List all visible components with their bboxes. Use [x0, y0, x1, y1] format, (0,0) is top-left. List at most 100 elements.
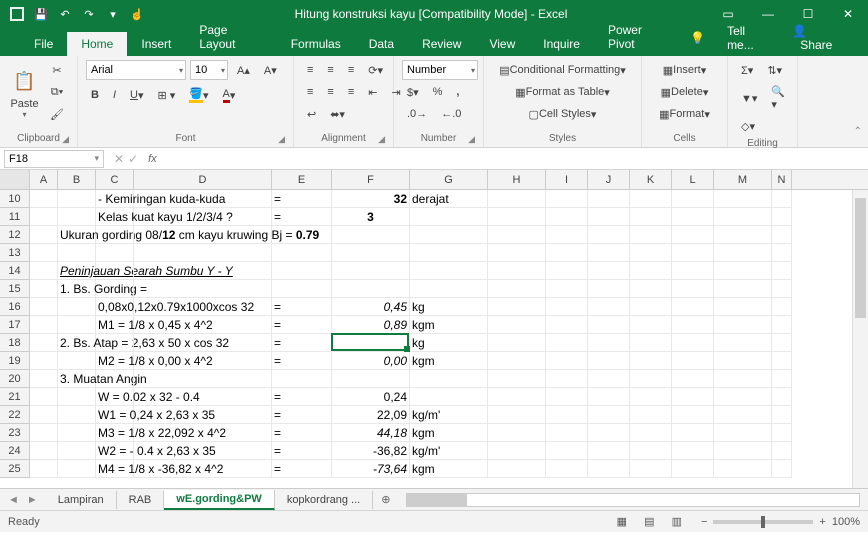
- cell[interactable]: [714, 280, 772, 298]
- cell[interactable]: [96, 226, 134, 244]
- cell[interactable]: [272, 244, 332, 262]
- cell[interactable]: [714, 442, 772, 460]
- cell[interactable]: [134, 280, 272, 298]
- cell[interactable]: [30, 244, 58, 262]
- tab-data[interactable]: Data: [355, 32, 408, 56]
- cell[interactable]: 32: [332, 190, 410, 208]
- cell[interactable]: [630, 316, 672, 334]
- increase-decimal-icon[interactable]: .0→: [402, 104, 432, 124]
- cell[interactable]: [672, 208, 714, 226]
- cell[interactable]: =: [272, 352, 332, 370]
- cell[interactable]: - Kemiringan kuda-kuda: [96, 190, 134, 208]
- cell[interactable]: [134, 406, 272, 424]
- cell[interactable]: [588, 244, 630, 262]
- cell[interactable]: [488, 316, 546, 334]
- new-sheet-icon[interactable]: ⊕: [373, 493, 398, 506]
- cell[interactable]: kg/m': [410, 406, 488, 424]
- cell[interactable]: [410, 226, 488, 244]
- select-all-corner[interactable]: [0, 170, 30, 189]
- alignment-launcher-icon[interactable]: ◢: [378, 134, 385, 145]
- cell[interactable]: [488, 370, 546, 388]
- cell[interactable]: [410, 388, 488, 406]
- format-cells-button[interactable]: ▦ Format ▾: [650, 104, 719, 124]
- zoom-in-icon[interactable]: +: [819, 516, 825, 528]
- fx-icon[interactable]: fx: [144, 153, 161, 165]
- tab-insert[interactable]: Insert: [127, 32, 185, 56]
- cell[interactable]: [30, 460, 58, 478]
- cell[interactable]: [96, 370, 134, 388]
- cell[interactable]: kgm: [410, 460, 488, 478]
- cell[interactable]: [588, 226, 630, 244]
- cell[interactable]: -36,82: [332, 442, 410, 460]
- cell[interactable]: [332, 262, 410, 280]
- row-header[interactable]: 15: [0, 280, 30, 298]
- cell[interactable]: 1. Bs. Gording =: [58, 280, 96, 298]
- cell[interactable]: [630, 442, 672, 460]
- cell[interactable]: [546, 190, 588, 208]
- cell[interactable]: [546, 208, 588, 226]
- cell[interactable]: 2. Bs. Atap = 2,63 x 50 x cos 32: [58, 334, 96, 352]
- column-header-e[interactable]: E: [272, 170, 332, 189]
- cell[interactable]: [546, 352, 588, 370]
- cell[interactable]: [714, 298, 772, 316]
- collapse-ribbon-icon[interactable]: ⌃: [798, 56, 868, 147]
- cell[interactable]: [488, 280, 546, 298]
- cell[interactable]: kg: [410, 334, 488, 352]
- cell[interactable]: [772, 406, 792, 424]
- cell[interactable]: [772, 334, 792, 352]
- cell[interactable]: [134, 226, 272, 244]
- row-header[interactable]: 20: [0, 370, 30, 388]
- cell[interactable]: M4 = 1/8 x -36,82 x 4^2: [96, 460, 134, 478]
- sheet-nav-next-icon[interactable]: ►: [23, 494, 42, 506]
- cell[interactable]: [772, 190, 792, 208]
- decrease-decimal-icon[interactable]: ←.0: [436, 104, 466, 124]
- touch-mode-icon[interactable]: ☝: [126, 3, 148, 25]
- cell[interactable]: [546, 280, 588, 298]
- cell[interactable]: [714, 460, 772, 478]
- cell[interactable]: [714, 334, 772, 352]
- cell[interactable]: [630, 406, 672, 424]
- tab-pagelayout[interactable]: Page Layout: [185, 18, 276, 56]
- cell[interactable]: [546, 334, 588, 352]
- cell[interactable]: [672, 460, 714, 478]
- cell[interactable]: 0,08x0,12x0.79x1000xcos 32: [96, 298, 134, 316]
- cell[interactable]: [714, 208, 772, 226]
- cell[interactable]: [714, 352, 772, 370]
- merge-center-icon[interactable]: ⬌▾: [325, 104, 350, 124]
- row-header[interactable]: 23: [0, 424, 30, 442]
- horizontal-scrollbar[interactable]: [406, 493, 860, 507]
- italic-button[interactable]: I: [108, 85, 121, 105]
- cell[interactable]: Peninjauan Searah Sumbu Y - Y: [58, 262, 96, 280]
- cell[interactable]: [134, 442, 272, 460]
- number-launcher-icon[interactable]: ◢: [468, 134, 475, 145]
- cell[interactable]: M2 = 1/8 x 0,00 x 4^2: [96, 352, 134, 370]
- name-box[interactable]: F18: [4, 150, 104, 168]
- cell[interactable]: [96, 244, 134, 262]
- cell[interactable]: [410, 208, 488, 226]
- cell[interactable]: [630, 334, 672, 352]
- sort-filter-icon[interactable]: ⇅▾: [762, 60, 787, 80]
- cell[interactable]: =: [272, 388, 332, 406]
- qat-dropdown-icon[interactable]: ▾: [102, 3, 124, 25]
- cell[interactable]: [546, 316, 588, 334]
- normal-view-icon[interactable]: ▦: [610, 515, 634, 529]
- cell[interactable]: W1 = 0,24 x 2,63 x 35: [96, 406, 134, 424]
- formula-bar-input[interactable]: [161, 150, 868, 168]
- tab-review[interactable]: Review: [408, 32, 475, 56]
- cell[interactable]: [714, 424, 772, 442]
- cell[interactable]: [134, 262, 272, 280]
- sheet-tab-lampiran[interactable]: Lampiran: [46, 491, 117, 509]
- cell[interactable]: [630, 424, 672, 442]
- row-header[interactable]: 22: [0, 406, 30, 424]
- cell[interactable]: [134, 190, 272, 208]
- copy-icon[interactable]: ⧉▾: [45, 82, 69, 102]
- sheet-nav-prev-icon[interactable]: ◄: [4, 494, 23, 506]
- cell[interactable]: [546, 388, 588, 406]
- cell[interactable]: [714, 244, 772, 262]
- cell[interactable]: M3 = 1/8 x 22,092 x 4^2: [96, 424, 134, 442]
- cell[interactable]: [714, 406, 772, 424]
- cell[interactable]: [96, 262, 134, 280]
- cell[interactable]: [332, 244, 410, 262]
- cell[interactable]: [672, 406, 714, 424]
- cell[interactable]: 0,89: [332, 316, 410, 334]
